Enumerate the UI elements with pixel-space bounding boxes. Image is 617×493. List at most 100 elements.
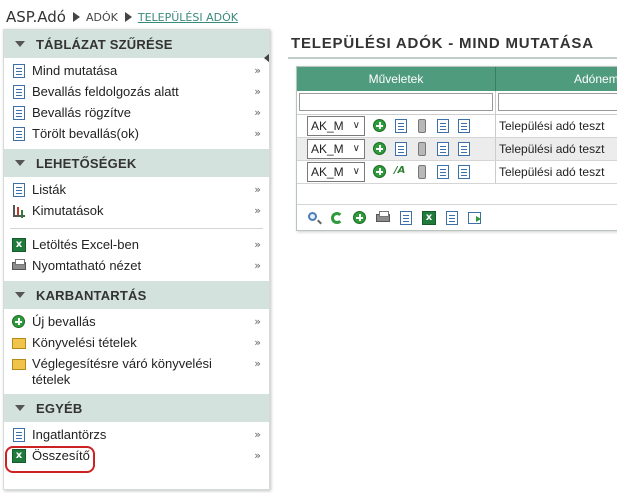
section-title: EGYÉB — [36, 400, 83, 416]
add-icon[interactable] — [372, 164, 388, 180]
printer-icon — [11, 258, 27, 274]
menu-arrow-icon: » — [254, 315, 261, 328]
view-icon[interactable] — [393, 141, 409, 157]
section-header-other[interactable]: EGYÉB — [4, 394, 269, 422]
details-icon[interactable] — [435, 141, 451, 157]
folder-icon — [11, 356, 27, 372]
delete-icon[interactable] — [414, 141, 430, 157]
operations-cell: AK_M ∨ — [297, 138, 496, 160]
column-header-operations[interactable]: Műveletek — [297, 67, 496, 91]
menu-arrow-icon: » — [254, 357, 261, 370]
menu-item-lists[interactable]: Listák » — [4, 180, 269, 201]
menu-item-label: Törölt bevallás(ok) — [32, 126, 139, 141]
filter-row — [297, 91, 617, 115]
section-header-maintenance[interactable]: KARBANTARTÁS — [4, 281, 269, 309]
menu-item-show-all[interactable]: Mind mutatása » — [4, 61, 269, 82]
menu-arrow-icon: » — [254, 336, 261, 349]
title-underline — [288, 57, 617, 59]
menu-arrow-icon: » — [254, 238, 261, 251]
menu-item-print-view[interactable]: Nyomtatható nézet » — [4, 256, 269, 277]
add-icon[interactable] — [372, 118, 388, 134]
print-icon[interactable] — [375, 210, 391, 226]
table-row[interactable]: AK_M ∨ Települési adó teszt — [297, 115, 617, 138]
menu-item-label: Bevallás feldolgozás alatt — [32, 84, 179, 99]
menu-item-recorded[interactable]: Bevallás rögzítve » — [4, 103, 269, 124]
menu-item-new-return[interactable]: Új bevallás » — [4, 312, 269, 333]
section-header-filter[interactable]: TÁBLÁZAT SZŰRÉSE — [4, 30, 269, 58]
menu-item-property-register[interactable]: Ingatlantörzs » — [4, 425, 269, 446]
list-document-icon — [11, 84, 27, 100]
data-grid: Műveletek Adónem AK_M ∨ Települési adó te… — [296, 66, 617, 231]
menu-item-deleted[interactable]: Törölt bevallás(ok) » — [4, 124, 269, 145]
menu-arrow-icon: » — [254, 183, 261, 196]
document-icon[interactable] — [398, 210, 414, 226]
menu-arrow-icon: » — [254, 428, 261, 441]
collapse-triangle-icon — [15, 405, 25, 411]
add-icon[interactable] — [372, 141, 388, 157]
menu-item-summary[interactable]: x Összesítő » — [4, 446, 269, 473]
menu-arrow-icon: » — [254, 85, 261, 98]
list-icon — [11, 182, 27, 198]
breadcrumb-item-adok[interactable]: ADÓK — [86, 11, 118, 24]
section-title: KARBANTARTÁS — [36, 287, 147, 303]
menu-arrow-icon: » — [254, 449, 261, 462]
search-icon[interactable] — [306, 210, 322, 226]
list-icon — [11, 427, 27, 443]
operations-cell: AK_M ∨ /A — [297, 161, 496, 183]
table-row[interactable]: AK_M ∨ Települési adó teszt — [297, 138, 617, 161]
menu-item-processing[interactable]: Bevallás feldolgozás alatt » — [4, 82, 269, 103]
menu-item-label: Könyvelési tételek — [32, 335, 137, 350]
row-select[interactable]: AK_M ∨ — [307, 116, 365, 136]
menu-item-label: Letöltés Excel-ben — [32, 237, 139, 252]
menu-item-label: Új bevallás — [32, 314, 96, 329]
delete-icon[interactable] — [414, 164, 430, 180]
grid-toolbar: x — [297, 204, 617, 230]
menu-item-pending-ledger-items[interactable]: Véglegesítésre váró könyvelési tételek » — [4, 354, 269, 390]
breadcrumb-separator-icon — [72, 12, 80, 22]
add-icon[interactable] — [352, 210, 368, 226]
chart-icon — [11, 203, 27, 219]
tax-type-cell: Települési adó teszt — [499, 165, 605, 179]
menu-item-label: Mind mutatása — [32, 63, 118, 78]
filter-tax-type-input[interactable] — [498, 93, 617, 111]
settings-icon[interactable] — [444, 210, 460, 226]
menu-item-excel-download[interactable]: x Letöltés Excel-ben » — [4, 235, 269, 256]
menu-item-label: Ingatlantörzs — [32, 427, 107, 442]
menu-arrow-icon: » — [254, 64, 261, 77]
section-header-options[interactable]: LEHETŐSÉGEK — [4, 149, 269, 177]
excel-icon: x — [11, 237, 27, 253]
list-document-icon — [11, 126, 27, 142]
menu-item-label: Bevallás rögzítve — [32, 105, 131, 120]
delete-icon[interactable] — [414, 118, 430, 134]
row-select[interactable]: AK_M ∨ — [307, 139, 365, 159]
details-icon[interactable] — [435, 164, 451, 180]
collapse-triangle-icon — [15, 41, 25, 47]
details-icon[interactable] — [435, 118, 451, 134]
chevron-down-icon: ∨ — [352, 166, 360, 177]
view-icon[interactable] — [393, 118, 409, 134]
menu-arrow-icon: » — [254, 259, 261, 272]
page-title: TELEPÜLÉSI ADÓK - MIND MUTATÁSA — [291, 35, 594, 52]
filter-operations-input[interactable] — [299, 93, 493, 111]
refresh-icon[interactable] — [329, 210, 345, 226]
menu-item-reports[interactable]: Kimutatások » — [4, 201, 269, 222]
section-title: LEHETŐSÉGEK — [36, 155, 137, 171]
document-icon[interactable] — [456, 118, 472, 134]
document-icon[interactable] — [456, 164, 472, 180]
row-select[interactable]: AK_M ∨ — [307, 162, 365, 182]
filter-cell — [297, 91, 496, 114]
export-icon[interactable] — [467, 210, 483, 226]
table-row[interactable]: AK_M ∨ /A Települési adó teszt — [297, 161, 617, 184]
chevron-down-icon: ∨ — [352, 120, 360, 131]
breadcrumb-separator-icon — [124, 12, 132, 22]
breadcrumb-item-current[interactable]: TELEPÜLÉSI ADÓK — [138, 11, 238, 24]
filter-cell — [496, 91, 617, 114]
excel-icon: x — [11, 448, 27, 464]
collapse-triangle-icon — [15, 160, 25, 166]
excel-icon[interactable]: x — [421, 210, 437, 226]
spellcheck-icon[interactable]: /A — [393, 164, 409, 180]
column-header-tax-type[interactable]: Adónem — [496, 67, 617, 91]
menu-item-ledger-items[interactable]: Könyvelési tételek » — [4, 333, 269, 354]
document-icon[interactable] — [456, 141, 472, 157]
breadcrumb-home[interactable]: ASP.Adó — [6, 8, 66, 26]
